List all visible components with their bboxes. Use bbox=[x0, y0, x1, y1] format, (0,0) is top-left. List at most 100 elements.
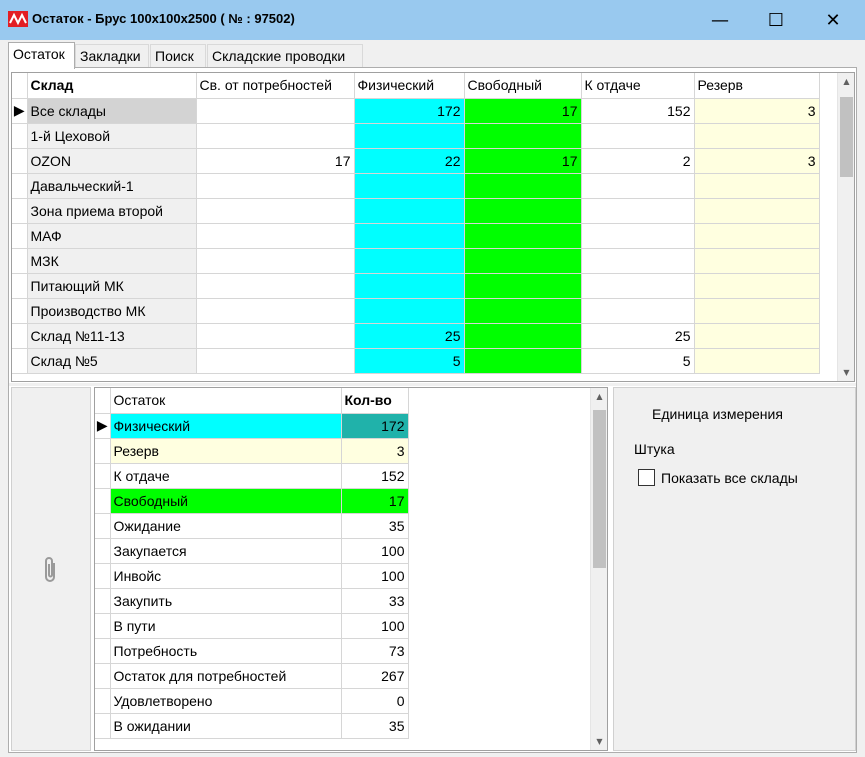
list-item[interactable]: Резерв 3 bbox=[95, 438, 409, 464]
cell-svob[interactable] bbox=[464, 123, 582, 149]
col-header-fiz[interactable]: Физический bbox=[354, 73, 465, 99]
cell-sv[interactable]: 17 bbox=[196, 148, 355, 174]
tab-skladskie-provodki[interactable]: Складские проводки bbox=[207, 44, 363, 68]
show-all-warehouses-checkbox[interactable] bbox=[638, 469, 655, 486]
cell-rezerv[interactable] bbox=[694, 223, 820, 249]
list-item[interactable]: Свободный 17 bbox=[95, 488, 409, 514]
summary-label[interactable]: Потребность bbox=[110, 638, 342, 664]
cell-otdache[interactable]: 25 bbox=[581, 323, 695, 349]
summary-label[interactable]: К отдаче bbox=[110, 463, 342, 489]
table-row[interactable]: ▶ Все склады 172 17 152 3 bbox=[12, 98, 820, 124]
unit-value[interactable]: Штука bbox=[634, 441, 675, 457]
col-header-svob[interactable]: Свободный bbox=[464, 73, 582, 99]
col-header-otdache[interactable]: К отдаче bbox=[581, 73, 695, 99]
scroll-up-arrow-icon[interactable]: ▲ bbox=[591, 388, 607, 405]
cell-svob[interactable] bbox=[464, 173, 582, 199]
summary-label[interactable]: Инвойс bbox=[110, 563, 342, 589]
cell-sv[interactable] bbox=[196, 173, 355, 199]
table-row[interactable]: МАФ bbox=[12, 223, 820, 249]
col-header-ostatok[interactable]: Остаток bbox=[110, 388, 342, 414]
summary-label[interactable]: В пути bbox=[110, 613, 342, 639]
summary-value[interactable]: 172 bbox=[341, 413, 409, 439]
cell-fiz[interactable] bbox=[354, 123, 465, 149]
cell-fiz[interactable] bbox=[354, 198, 465, 224]
list-item[interactable]: В пути 100 bbox=[95, 613, 409, 639]
cell-rezerv[interactable] bbox=[694, 273, 820, 299]
cell-rezerv[interactable]: 3 bbox=[694, 98, 820, 124]
summary-label[interactable]: Свободный bbox=[110, 488, 342, 514]
cell-sv[interactable] bbox=[196, 348, 355, 374]
cell-sv[interactable] bbox=[196, 323, 355, 349]
cell-rezerv[interactable] bbox=[694, 248, 820, 274]
summary-value[interactable]: 152 bbox=[341, 463, 409, 489]
table-row[interactable]: Зона приема второй bbox=[12, 198, 820, 224]
list-item[interactable]: Остаток для потребностей 267 bbox=[95, 663, 409, 689]
cell-sv[interactable] bbox=[196, 123, 355, 149]
cell-sklad[interactable]: 1-й Цеховой bbox=[27, 123, 197, 149]
maximize-button[interactable]: ☐ bbox=[753, 0, 799, 40]
cell-sklad[interactable]: Производство МК bbox=[27, 298, 197, 324]
summary-value[interactable]: 33 bbox=[341, 588, 409, 614]
cell-otdache[interactable] bbox=[581, 298, 695, 324]
table-row[interactable]: Склад №11-13 25 25 bbox=[12, 323, 820, 349]
summary-value[interactable]: 73 bbox=[341, 638, 409, 664]
table-row[interactable]: Давальческий-1 bbox=[12, 173, 820, 199]
tab-zakladki[interactable]: Закладки bbox=[75, 44, 149, 68]
table-row[interactable]: 1-й Цеховой bbox=[12, 123, 820, 149]
cell-svob[interactable] bbox=[464, 298, 582, 324]
cell-sklad[interactable]: Склад №5 bbox=[27, 348, 197, 374]
cell-fiz[interactable]: 172 bbox=[354, 98, 465, 124]
cell-otdache[interactable] bbox=[581, 123, 695, 149]
table-row[interactable]: Питающий МК bbox=[12, 273, 820, 299]
cell-fiz[interactable] bbox=[354, 248, 465, 274]
summary-label[interactable]: Физический bbox=[110, 413, 342, 439]
summary-label[interactable]: Резерв bbox=[110, 438, 342, 464]
cell-sklad[interactable]: Зона приема второй bbox=[27, 198, 197, 224]
stock-grid[interactable]: Склад Св. от потребностей Физический Сво… bbox=[11, 72, 855, 382]
summary-label[interactable]: Удовлетворено bbox=[110, 688, 342, 714]
col-header-sklad[interactable]: Склад bbox=[27, 73, 197, 99]
close-button[interactable]: ✕ bbox=[810, 0, 856, 40]
scroll-thumb[interactable] bbox=[593, 410, 606, 568]
col-header-kolvo[interactable]: Кол-во bbox=[341, 388, 409, 414]
cell-otdache[interactable] bbox=[581, 273, 695, 299]
summary-value[interactable]: 17 bbox=[341, 488, 409, 514]
summary-label[interactable]: Ожидание bbox=[110, 513, 342, 539]
scroll-down-arrow-icon[interactable]: ▼ bbox=[838, 364, 854, 381]
show-all-warehouses-label[interactable]: Показать все склады bbox=[661, 470, 798, 486]
list-item[interactable]: К отдаче 152 bbox=[95, 463, 409, 489]
cell-sklad[interactable]: Давальческий-1 bbox=[27, 173, 197, 199]
horizontal-splitter[interactable] bbox=[9, 383, 856, 386]
cell-otdache[interactable] bbox=[581, 223, 695, 249]
summary-vertical-scrollbar[interactable]: ▲ ▼ bbox=[590, 388, 607, 750]
cell-fiz[interactable]: 25 bbox=[354, 323, 465, 349]
summary-value[interactable]: 100 bbox=[341, 613, 409, 639]
cell-sklad[interactable]: Склад №11-13 bbox=[27, 323, 197, 349]
list-item[interactable]: ▶ Физический 172 bbox=[95, 413, 409, 439]
cell-sv[interactable] bbox=[196, 298, 355, 324]
cell-otdache[interactable]: 152 bbox=[581, 98, 695, 124]
summary-label[interactable]: В ожидании bbox=[110, 713, 342, 739]
scroll-up-arrow-icon[interactable]: ▲ bbox=[838, 73, 854, 90]
cell-rezerv[interactable] bbox=[694, 298, 820, 324]
cell-svob[interactable] bbox=[464, 273, 582, 299]
summary-value[interactable]: 100 bbox=[341, 538, 409, 564]
cell-fiz[interactable]: 22 bbox=[354, 148, 465, 174]
summary-label[interactable]: Закупается bbox=[110, 538, 342, 564]
summary-value[interactable]: 35 bbox=[341, 713, 409, 739]
col-header-sv[interactable]: Св. от потребностей bbox=[196, 73, 355, 99]
cell-sv[interactable] bbox=[196, 198, 355, 224]
summary-value[interactable]: 267 bbox=[341, 663, 409, 689]
cell-svob[interactable] bbox=[464, 248, 582, 274]
cell-sklad[interactable]: OZON bbox=[27, 148, 197, 174]
list-item[interactable]: В ожидании 35 bbox=[95, 713, 409, 739]
table-row[interactable]: Производство МК bbox=[12, 298, 820, 324]
cell-sklad[interactable]: Питающий МК bbox=[27, 273, 197, 299]
cell-sv[interactable] bbox=[196, 98, 355, 124]
minimize-button[interactable]: — bbox=[697, 0, 743, 40]
paperclip-icon[interactable] bbox=[41, 555, 61, 585]
cell-fiz[interactable]: 5 bbox=[354, 348, 465, 374]
cell-fiz[interactable] bbox=[354, 273, 465, 299]
attachments-pane[interactable] bbox=[11, 387, 91, 751]
summary-label[interactable]: Закупить bbox=[110, 588, 342, 614]
